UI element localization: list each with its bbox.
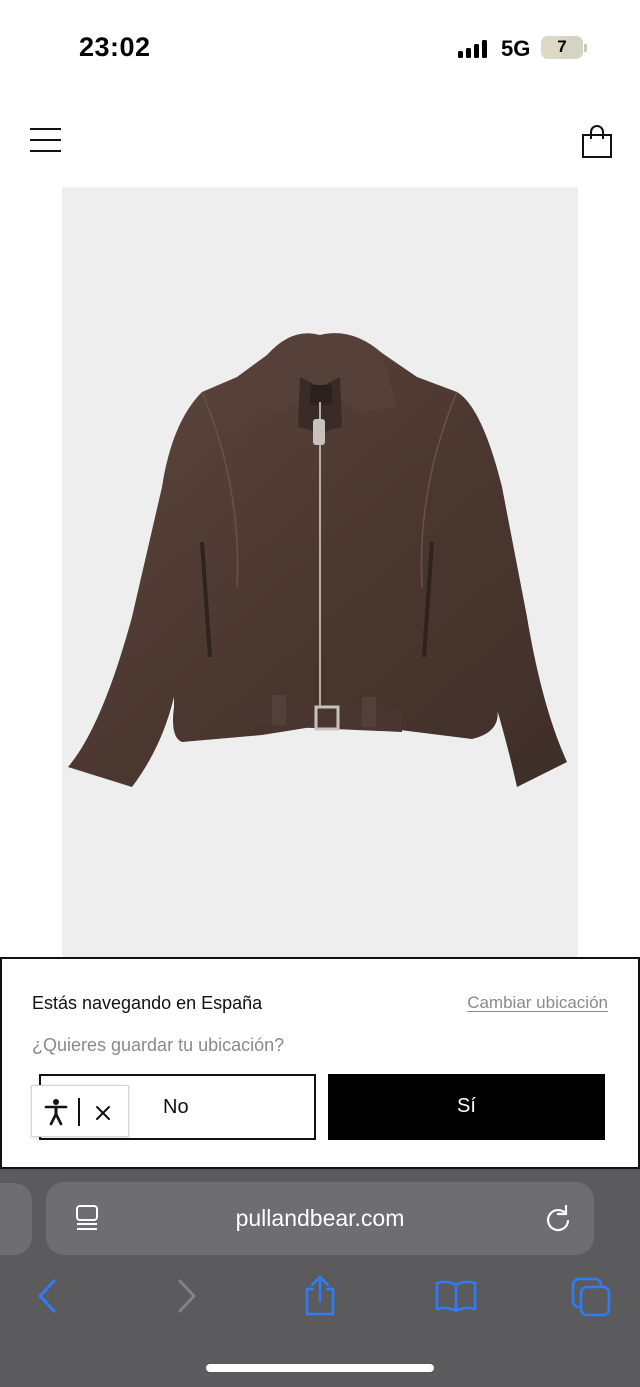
status-time: 23:02 (79, 32, 151, 62)
jacket-illustration (68, 333, 567, 787)
yes-button-label: Sí (457, 1095, 476, 1117)
forward-icon[interactable] (176, 1275, 198, 1317)
battery-level-text: 7 (557, 37, 567, 56)
save-location-question: ¿Quieres guardar tu ubicación? (32, 1035, 285, 1055)
shopping-bag-icon[interactable] (581, 125, 613, 159)
accessibility-widget (31, 1085, 129, 1137)
browser-toolbar: pullandbear.com (0, 1169, 640, 1387)
yes-button[interactable]: Sí (328, 1074, 605, 1140)
back-icon[interactable] (36, 1275, 58, 1317)
product-image[interactable] (62, 187, 578, 1123)
home-indicator[interactable] (206, 1364, 434, 1372)
accessibility-separator (78, 1098, 80, 1126)
tabs-icon[interactable] (570, 1275, 612, 1317)
previous-tab-preview[interactable] (0, 1183, 32, 1255)
battery-icon: 7 (541, 36, 583, 59)
menu-icon[interactable] (30, 127, 62, 153)
battery-cap (584, 44, 587, 52)
accessibility-person-icon[interactable] (44, 1098, 68, 1126)
location-title: Estás navegando en España (32, 993, 263, 1013)
network-type: 5G (501, 36, 531, 61)
url-text: pullandbear.com (235, 1205, 405, 1231)
close-icon[interactable] (92, 1100, 114, 1124)
share-icon[interactable] (302, 1275, 338, 1317)
change-location-link[interactable]: Cambiar ubicación (467, 993, 608, 1013)
reload-icon[interactable] (544, 1203, 572, 1233)
no-button-label: No (163, 1096, 189, 1118)
address-bar[interactable]: pullandbear.com (46, 1182, 594, 1255)
signal-icon (458, 40, 490, 58)
bookmarks-icon[interactable] (434, 1275, 478, 1317)
status-bar: 23:02 5G 7 (0, 0, 640, 96)
location-banner: Estás navegando en España Cambiar ubicac… (0, 957, 640, 1169)
